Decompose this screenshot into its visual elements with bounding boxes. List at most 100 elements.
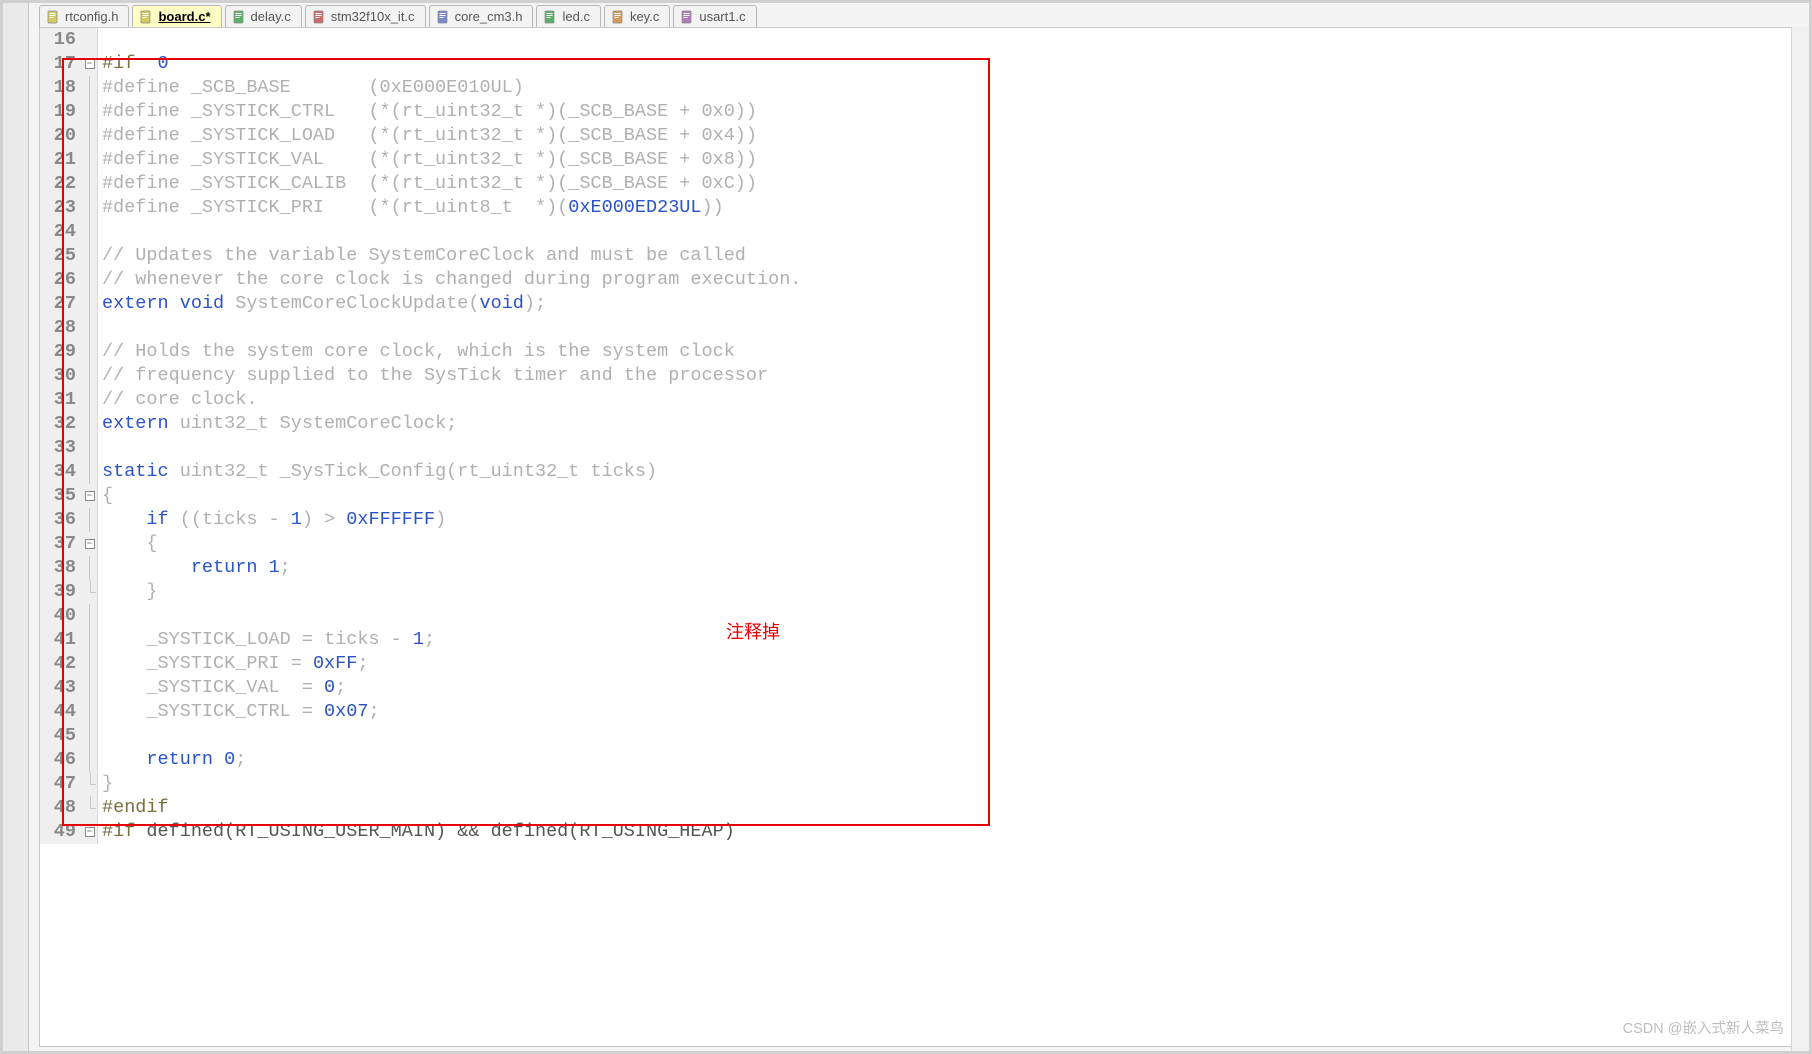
tab-label: led.c	[562, 9, 589, 24]
code-text[interactable]: _SYSTICK_CTRL = 0x07;	[98, 700, 1804, 724]
code-text[interactable]	[98, 28, 1804, 52]
tab-label: delay.c	[251, 9, 291, 24]
code-text[interactable]: }	[98, 772, 1804, 796]
code-text[interactable]: // frequency supplied to the SysTick tim…	[98, 364, 1804, 388]
line-number: 41	[40, 628, 82, 652]
code-line[interactable]: 44 _SYSTICK_CTRL = 0x07;	[40, 700, 1804, 724]
fold-gutter	[82, 244, 98, 268]
code-text[interactable]: // core clock.	[98, 388, 1804, 412]
code-text[interactable]: #define _SCB_BASE (0xE000E010UL)	[98, 76, 1804, 100]
fold-gutter[interactable]: −	[82, 484, 98, 508]
fold-gutter[interactable]: −	[82, 52, 98, 76]
code-text[interactable]: extern void SystemCoreClockUpdate(void);	[98, 292, 1804, 316]
code-text[interactable]: #define _SYSTICK_CALIB (*(rt_uint32_t *)…	[98, 172, 1804, 196]
fold-gutter[interactable]: −	[82, 532, 98, 556]
vertical-scrollbar[interactable]	[1791, 27, 1809, 1051]
tab-usart1-c[interactable]: usart1.c	[673, 5, 756, 27]
fold-gutter	[82, 340, 98, 364]
code-line[interactable]: 24	[40, 220, 1804, 244]
code-editor[interactable]: 1617−#if 018#define _SCB_BASE (0xE000E01…	[40, 28, 1804, 844]
code-line[interactable]: 28	[40, 316, 1804, 340]
code-text[interactable]: #if 0	[98, 52, 1804, 76]
code-text[interactable]: #define _SYSTICK_PRI (*(rt_uint8_t *)(0x…	[98, 196, 1804, 220]
line-number: 37	[40, 532, 82, 556]
code-line[interactable]: 37− {	[40, 532, 1804, 556]
tab-key-c[interactable]: key.c	[604, 5, 670, 27]
code-line[interactable]: 45	[40, 724, 1804, 748]
tab-core-cm3-h[interactable]: core_cm3.h	[429, 5, 534, 27]
code-line[interactable]: 47}	[40, 772, 1804, 796]
code-text[interactable]: #define _SYSTICK_LOAD (*(rt_uint32_t *)(…	[98, 124, 1804, 148]
code-line[interactable]: 34static uint32_t _SysTick_Config(rt_uin…	[40, 460, 1804, 484]
code-line[interactable]: 29// Holds the system core clock, which …	[40, 340, 1804, 364]
code-line[interactable]: 18#define _SCB_BASE (0xE000E010UL)	[40, 76, 1804, 100]
code-line[interactable]: 20#define _SYSTICK_LOAD (*(rt_uint32_t *…	[40, 124, 1804, 148]
line-number: 47	[40, 772, 82, 796]
code-line[interactable]: 17−#if 0	[40, 52, 1804, 76]
code-text[interactable]: return 0;	[98, 748, 1804, 772]
code-text[interactable]: // whenever the core clock is changed du…	[98, 268, 1804, 292]
code-text[interactable]: #define _SYSTICK_CTRL (*(rt_uint32_t *)(…	[98, 100, 1804, 124]
tab-board-c-[interactable]: board.c*	[132, 5, 221, 27]
code-text[interactable]: _SYSTICK_PRI = 0xFF;	[98, 652, 1804, 676]
code-text[interactable]: #if defined(RT_USING_USER_MAIN) && defin…	[98, 820, 1804, 844]
line-number: 19	[40, 100, 82, 124]
code-text[interactable]	[98, 724, 1804, 748]
code-line[interactable]: 49−#if defined(RT_USING_USER_MAIN) && de…	[40, 820, 1804, 844]
code-line[interactable]: 48#endif	[40, 796, 1804, 820]
code-text[interactable]: return 1;	[98, 556, 1804, 580]
code-text[interactable]: // Updates the variable SystemCoreClock …	[98, 244, 1804, 268]
code-text[interactable]: _SYSTICK_VAL = 0;	[98, 676, 1804, 700]
code-line[interactable]: 21#define _SYSTICK_VAL (*(rt_uint32_t *)…	[40, 148, 1804, 172]
code-text[interactable]: extern uint32_t SystemCoreClock;	[98, 412, 1804, 436]
code-line[interactable]: 26 // whenever the core clock is changed …	[40, 268, 1804, 292]
code-text[interactable]: }	[98, 580, 1804, 604]
code-text[interactable]	[98, 220, 1804, 244]
code-text[interactable]: _SYSTICK_LOAD = ticks - 1;	[98, 628, 1804, 652]
tab-rtconfig-h[interactable]: rtconfig.h	[39, 5, 129, 27]
tab-stm32f10x-it-c[interactable]: stm32f10x_it.c	[305, 5, 426, 27]
code-line[interactable]: 30 // frequency supplied to the SysTick t…	[40, 364, 1804, 388]
code-text[interactable]: {	[98, 532, 1804, 556]
code-line[interactable]: 42 _SYSTICK_PRI = 0xFF;	[40, 652, 1804, 676]
code-line[interactable]: 43 _SYSTICK_VAL = 0;	[40, 676, 1804, 700]
code-line[interactable]: 16	[40, 28, 1804, 52]
code-text[interactable]	[98, 436, 1804, 460]
code-line[interactable]: 25// Updates the variable SystemCoreCloc…	[40, 244, 1804, 268]
editor-area[interactable]: 1617−#if 018#define _SCB_BASE (0xE000E01…	[39, 27, 1805, 1047]
code-text[interactable]: // Holds the system core clock, which is…	[98, 340, 1804, 364]
code-line[interactable]: 31// core clock.	[40, 388, 1804, 412]
code-line[interactable]: 33	[40, 436, 1804, 460]
line-number: 30	[40, 364, 82, 388]
code-line[interactable]: 41 _SYSTICK_LOAD = ticks - 1;	[40, 628, 1804, 652]
code-line[interactable]: 32extern uint32_t SystemCoreClock;	[40, 412, 1804, 436]
code-text[interactable]: if ((ticks - 1) > 0xFFFFFF)	[98, 508, 1804, 532]
editor-window: rtconfig.hboard.c* delay.c stm32f10x_it.c c…	[0, 0, 1812, 1054]
tab-delay-c[interactable]: delay.c	[225, 5, 302, 27]
line-number: 26	[40, 268, 82, 292]
line-number: 36	[40, 508, 82, 532]
tab-label: core_cm3.h	[455, 9, 523, 24]
code-line[interactable]: 36 if ((ticks - 1) > 0xFFFFFF)	[40, 508, 1804, 532]
code-line[interactable]: 27extern void SystemCoreClockUpdate(void…	[40, 292, 1804, 316]
code-text[interactable]: #endif	[98, 796, 1804, 820]
tab-led-c[interactable]: led.c	[536, 5, 600, 27]
code-text[interactable]: #define _SYSTICK_VAL (*(rt_uint32_t *)(_…	[98, 148, 1804, 172]
code-line[interactable]: 39 }	[40, 580, 1804, 604]
code-line[interactable]: 22#define _SYSTICK_CALIB (*(rt_uint32_t …	[40, 172, 1804, 196]
line-number: 49	[40, 820, 82, 844]
code-text[interactable]	[98, 604, 1804, 628]
code-line[interactable]: 46 return 0;	[40, 748, 1804, 772]
left-rail	[3, 3, 29, 1051]
code-line[interactable]: 35−{	[40, 484, 1804, 508]
code-line[interactable]: 23#define _SYSTICK_PRI (*(rt_uint8_t *)(…	[40, 196, 1804, 220]
code-text[interactable]: {	[98, 484, 1804, 508]
code-line[interactable]: 40	[40, 604, 1804, 628]
code-text[interactable]	[98, 316, 1804, 340]
file-icon	[680, 10, 694, 24]
code-line[interactable]: 38 return 1;	[40, 556, 1804, 580]
tab-bar: rtconfig.hboard.c* delay.c stm32f10x_it.c c…	[39, 3, 1809, 27]
code-text[interactable]: static uint32_t _SysTick_Config(rt_uint3…	[98, 460, 1804, 484]
fold-gutter[interactable]: −	[82, 820, 98, 844]
code-line[interactable]: 19 #define _SYSTICK_CTRL (*(rt_uint32_t *…	[40, 100, 1804, 124]
